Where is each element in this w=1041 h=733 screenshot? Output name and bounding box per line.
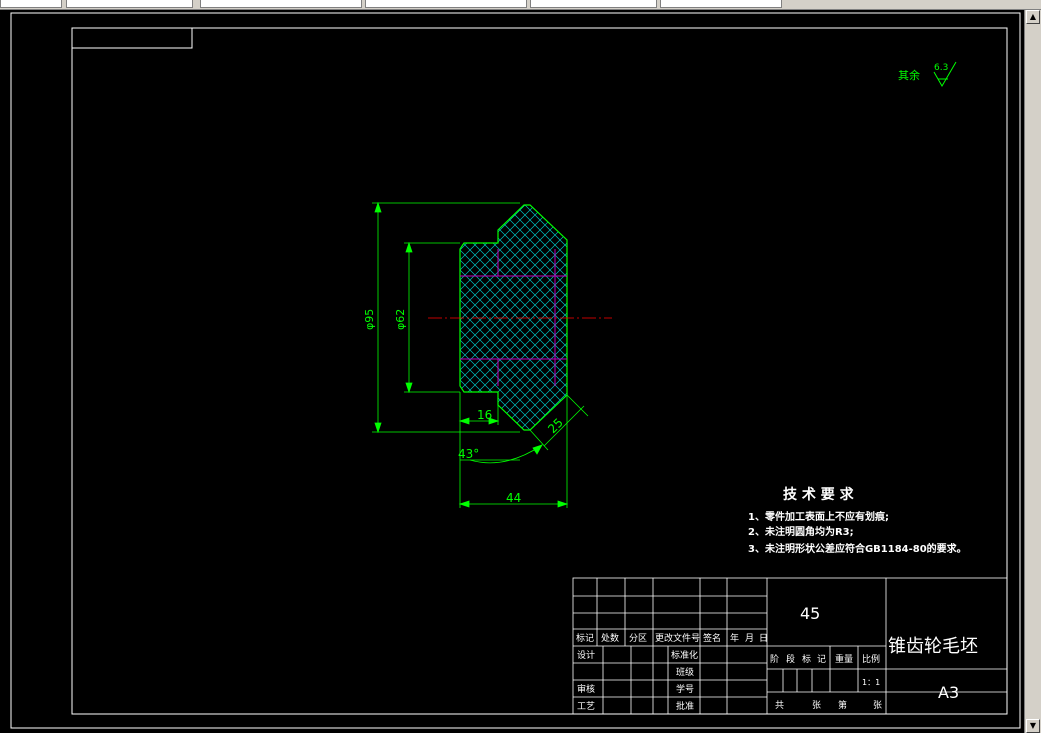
tb-role: 设计	[577, 649, 595, 661]
tb-sheets-label: 共	[775, 700, 784, 711]
cad-drawing: 其余 6.3 φ95 φ62 16 25 43° 44 技 术 要 求 1、零件…	[10, 12, 1021, 729]
tb-std-label: 标准化	[671, 649, 698, 661]
tech-requirement-item: 2、未注明圆角均为R3;	[748, 525, 854, 538]
tb-header: 年	[730, 632, 739, 644]
part-hatch-area	[459, 204, 568, 431]
tb-std-label: 学号	[676, 683, 694, 695]
tb-role: 工艺	[577, 701, 595, 712]
tb-sheets-label: 第	[838, 699, 847, 711]
dim-chamfer: 25	[545, 415, 566, 436]
title-block-texts: 标记 处数 分区 更改文件号 签名 年 月 日 设计 审核 工艺 标准化 班级 …	[576, 604, 978, 712]
tb-stage-label: 记	[817, 654, 826, 665]
tb-scale-label: 比例	[862, 653, 880, 665]
tb-stage-label: 标	[802, 653, 811, 665]
tb-header: 月	[745, 633, 754, 644]
drawing-number-box	[71, 27, 193, 49]
tb-header: 日	[759, 633, 768, 644]
tech-requirements-title: 技 术 要 求	[783, 486, 855, 503]
tb-header: 分区	[629, 633, 647, 644]
tech-requirement-item: 1、零件加工表面上不应有划痕;	[748, 510, 889, 523]
dim-hub-width: 16	[477, 408, 492, 422]
surface-finish-value: 6.3	[934, 63, 948, 73]
tb-part-name: 锥齿轮毛坯	[888, 636, 978, 657]
tech-requirements: 技 术 要 求 1、零件加工表面上不应有划痕; 2、未注明圆角均为R3; 3、未…	[748, 486, 967, 555]
tb-scale: 1：1	[862, 678, 880, 687]
surface-finish-symbol: 其余 6.3	[898, 61, 957, 87]
tb-stage-label: 段	[786, 653, 795, 665]
tb-material: 45	[800, 604, 820, 623]
tb-header: 更改文件号	[655, 632, 700, 644]
dim-outer-diameter: φ95	[363, 309, 376, 330]
tb-header: 签名	[703, 632, 721, 644]
tb-weight-label: 重量	[835, 653, 853, 665]
tb-std-label: 批准	[676, 700, 694, 712]
tb-header: 标记	[576, 632, 594, 644]
tb-sheet-size: A3	[938, 683, 959, 702]
tb-sheets-label: 张	[873, 700, 882, 711]
tb-std-label: 班级	[676, 666, 694, 678]
dim-angle: 43°	[458, 447, 479, 461]
tb-header: 处数	[601, 632, 619, 644]
dim-inner-diameter: φ62	[394, 309, 407, 330]
tb-stage-label: 阶	[770, 653, 779, 665]
dim-total-width: 44	[506, 491, 521, 505]
tb-role: 审核	[577, 683, 595, 695]
part-section	[428, 204, 612, 431]
tb-sheets-label: 张	[812, 700, 821, 711]
surface-finish-label: 其余	[898, 68, 920, 82]
tech-requirement-item: 3、未注明形状公差应符合GB1184-80的要求。	[748, 542, 967, 555]
